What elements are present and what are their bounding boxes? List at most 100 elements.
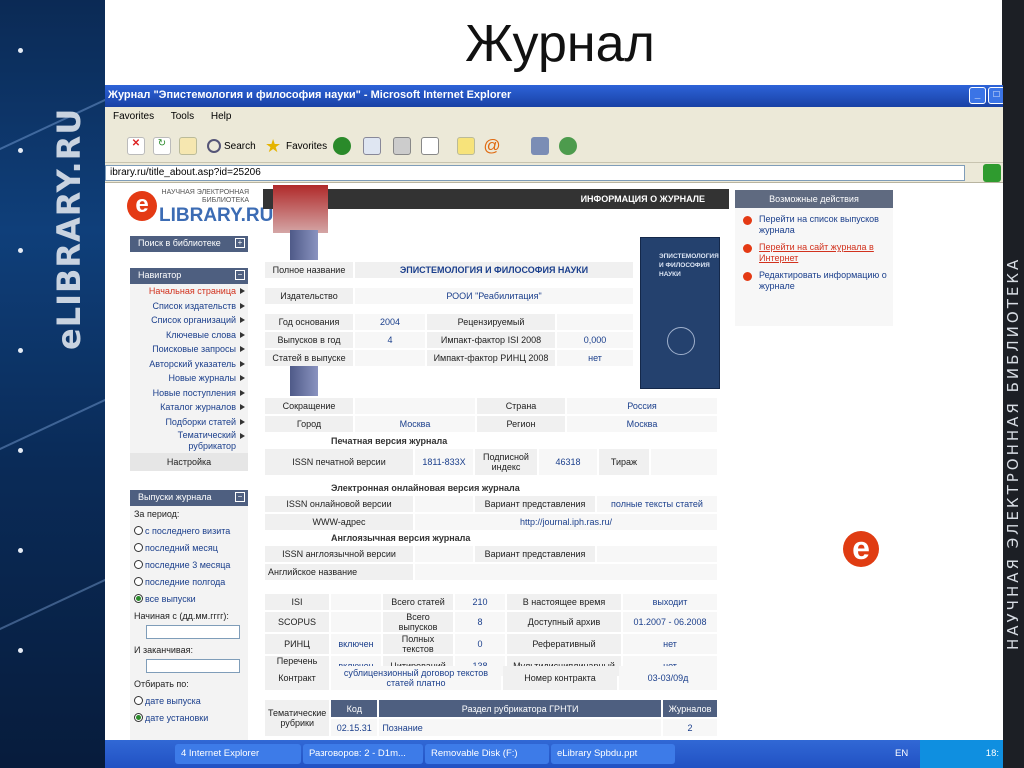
mail-button[interactable] bbox=[363, 136, 381, 156]
action-journal-site[interactable]: Перейти на сайт журнала в Интернет bbox=[735, 236, 893, 264]
history-button[interactable] bbox=[333, 136, 351, 156]
expand-icon[interactable]: + bbox=[235, 238, 245, 248]
contract-table: Контракт сублицензионный договор текстов … bbox=[263, 664, 719, 692]
task-chat[interactable]: Разговоров: 2 - D1m... bbox=[303, 744, 423, 764]
menu-favorites[interactable]: Favorites bbox=[113, 111, 154, 122]
start-date-label: Начиная с (дд.мм.гггг): bbox=[134, 611, 229, 621]
radio-icon[interactable] bbox=[134, 543, 143, 552]
task-removable-disk[interactable]: Removable Disk (F:) bbox=[425, 744, 549, 764]
period-option-half-year[interactable]: последние полгода bbox=[130, 574, 248, 591]
journal-publisher-table: Издательство РООИ "Реабилитация" bbox=[263, 286, 635, 306]
journal-www-link[interactable]: http://journal.iph.ras.ru/ bbox=[415, 514, 717, 530]
nav-item-publishers[interactable]: Список издательств bbox=[130, 299, 248, 314]
period-option-last-visit[interactable]: с последнего визита bbox=[130, 523, 248, 540]
end-date-label: И заканчивая: bbox=[134, 645, 193, 655]
period-option-3-months[interactable]: последние 3 месяца bbox=[130, 557, 248, 574]
right-decor-band: НАУЧНАЯ ЭЛЕКТРОННАЯ БИБЛИОТЕКА bbox=[1002, 0, 1024, 768]
star-icon: ★ bbox=[265, 136, 282, 156]
page-content: e НАУЧНАЯ ЭЛЕКТРОННАЯ БИБЛИОТЕКА LIBRARY… bbox=[105, 185, 1003, 740]
start-date-input[interactable] bbox=[146, 625, 240, 639]
info-band: ИНФОРМАЦИЯ О ЖУРНАЛЕ bbox=[263, 185, 729, 233]
sort-option-install-date[interactable]: дате установки bbox=[130, 710, 248, 727]
nav-item-new-arrivals[interactable]: Новые поступления bbox=[130, 386, 248, 401]
favorites-button[interactable]: ★ Favorites bbox=[265, 136, 327, 156]
collapse-icon[interactable]: − bbox=[235, 270, 245, 280]
radio-selected-icon[interactable] bbox=[134, 713, 143, 722]
window-titlebar: Журнал "Эпистемология и философия науки"… bbox=[105, 85, 1003, 107]
nav-item-home[interactable]: Начальная страница bbox=[130, 284, 248, 299]
radio-selected-icon[interactable] bbox=[134, 594, 143, 603]
go-button[interactable] bbox=[983, 164, 1001, 182]
maximize-button[interactable]: □ bbox=[988, 87, 1003, 104]
rubric-table: Тематические рубрики Код Раздел рубрикат… bbox=[263, 698, 719, 738]
print-button[interactable] bbox=[393, 136, 411, 156]
minimize-button[interactable]: _ bbox=[969, 87, 986, 104]
print-version-table: ISSN печатной версии 1811-833X Подписной и… bbox=[263, 447, 719, 477]
email-button[interactable]: @ bbox=[483, 136, 501, 156]
journal-location-table: Сокращение Страна Россия Город Москва Регион… bbox=[263, 396, 719, 434]
elibrary-e-mark: e bbox=[127, 191, 157, 221]
radio-icon[interactable] bbox=[134, 560, 143, 569]
online-version-table: ISSN онлайновой версии Вариант представле… bbox=[263, 494, 719, 532]
nav-item-catalog[interactable]: Каталог журналов bbox=[130, 400, 248, 415]
actions-header: Возможные действия bbox=[735, 190, 893, 208]
favorites-label: Favorites bbox=[286, 140, 328, 152]
navigator-list: Начальная страница Список издательств Сп… bbox=[130, 284, 248, 471]
research-button[interactable] bbox=[531, 136, 549, 156]
task-internet-explorer[interactable]: 4 Internet Explorer bbox=[175, 744, 301, 764]
search-icon bbox=[207, 139, 221, 153]
nav-item-new-journals[interactable]: Новые журналы bbox=[130, 371, 248, 386]
system-tray: 18: bbox=[920, 740, 1003, 768]
navigator-header[interactable]: Навигатор − bbox=[130, 268, 248, 284]
task-ppt[interactable]: eLibrary Spbdu.ppt bbox=[551, 744, 675, 764]
search-label: Search bbox=[224, 140, 256, 152]
journal-full-name: ЭПИСТЕМОЛОГИЯ И ФИЛОСОФИЯ НАУКИ bbox=[355, 262, 633, 278]
issues-header[interactable]: Выпуски журнала − bbox=[130, 490, 248, 506]
address-input[interactable]: ibrary.ru/title_about.asp?id=25206 bbox=[105, 165, 965, 181]
nav-item-collections[interactable]: Подборки статей bbox=[130, 415, 248, 430]
home-icon bbox=[179, 137, 197, 155]
menu-help[interactable]: Help bbox=[211, 111, 232, 122]
language-indicator[interactable]: EN bbox=[895, 748, 908, 759]
clock: 18: bbox=[985, 748, 999, 759]
action-edit-info[interactable]: Редактировать информацию о журнале bbox=[735, 264, 893, 292]
radio-icon[interactable] bbox=[134, 577, 143, 586]
note-icon bbox=[457, 137, 475, 155]
radio-icon[interactable] bbox=[134, 526, 143, 535]
nav-item-queries[interactable]: Поисковые запросы bbox=[130, 342, 248, 357]
period-option-month[interactable]: последний месяц bbox=[130, 540, 248, 557]
refresh-icon: ↻ bbox=[153, 137, 171, 155]
nav-item-authors[interactable]: Авторский указатель bbox=[130, 357, 248, 372]
nav-item-rubricator[interactable]: Тематический рубрикатор bbox=[130, 429, 248, 453]
menu-tools[interactable]: Tools bbox=[171, 111, 194, 122]
note-button[interactable] bbox=[457, 136, 475, 156]
period-label: За период: bbox=[134, 509, 180, 519]
nav-item-organizations[interactable]: Список организаций bbox=[130, 313, 248, 328]
stop-button[interactable]: ✕ bbox=[127, 136, 145, 156]
end-date-input[interactable] bbox=[146, 659, 240, 673]
search-button[interactable]: Search bbox=[207, 136, 256, 156]
nav-item-settings[interactable]: Настройка bbox=[130, 453, 248, 471]
vertical-library-text: НАУЧНАЯ ЭЛЕКТРОННАЯ БИБЛИОТЕКА bbox=[1004, 256, 1022, 650]
period-option-all[interactable]: все выпуски bbox=[130, 591, 248, 608]
radio-icon[interactable] bbox=[134, 696, 143, 705]
library-search-header[interactable]: Поиск в библиотеке + bbox=[130, 236, 248, 252]
elibrary-vertical-logo: eLIBRARY.RU bbox=[50, 107, 88, 350]
taskbar: 4 Internet Explorer Разговоров: 2 - D1m.… bbox=[105, 740, 1003, 768]
online-version-section: Электронная онлайновая версия журнала bbox=[331, 483, 520, 493]
collapse-icon[interactable]: − bbox=[235, 492, 245, 502]
elibrary-logo[interactable]: e НАУЧНАЯ ЭЛЕКТРОННАЯ БИБЛИОТЕКА LIBRARY… bbox=[127, 189, 273, 229]
action-issues-list[interactable]: Перейти на список выпусков журнала bbox=[735, 208, 893, 236]
history-icon bbox=[333, 137, 351, 155]
english-version-table: ISSN англоязычной версии Вариант представ… bbox=[263, 544, 719, 582]
home-button[interactable] bbox=[179, 136, 197, 156]
messenger-button[interactable] bbox=[559, 136, 577, 156]
journal-main-table: Полное название ЭПИСТЕМОЛОГИЯ И ФИЛОСОФИЯ… bbox=[263, 260, 635, 280]
sort-option-issue-date[interactable]: дате выпуска bbox=[130, 693, 248, 710]
nav-item-keywords[interactable]: Ключевые слова bbox=[130, 328, 248, 343]
refresh-button[interactable]: ↻ bbox=[153, 136, 171, 156]
edit-button[interactable] bbox=[421, 136, 439, 156]
journal-cover-image: ЭПИСТЕМОЛОГИЯ И ФИЛОСОФИЯ НАУКИ bbox=[640, 237, 720, 389]
journal-stats-table: Год основания 2004 Рецензируемый Выпусков … bbox=[263, 312, 635, 368]
sort-label: Отбирать по: bbox=[134, 679, 189, 689]
